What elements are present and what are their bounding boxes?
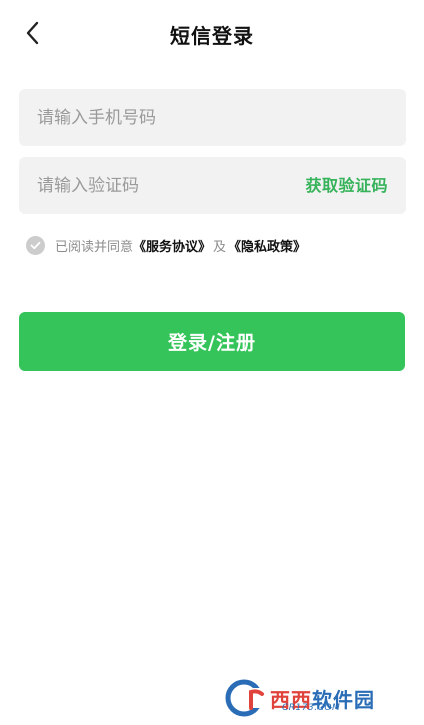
agreement-joiner: 及 — [213, 239, 227, 255]
verification-code-input[interactable] — [37, 157, 287, 214]
page-title: 短信登录 — [170, 24, 254, 48]
watermark-site: CR173.COM — [282, 703, 341, 713]
cr-logo-icon — [225, 679, 266, 717]
header: 短信登录 — [0, 0, 424, 68]
get-code-button[interactable]: 获取验证码 — [305, 157, 388, 214]
watermark: 西西软件园 CR173.COM — [224, 675, 410, 721]
login-register-button[interactable]: 登录/注册 — [19, 312, 405, 371]
privacy-link[interactable]: 《隐私政策》 — [228, 236, 306, 255]
terms-link[interactable]: 《服务协议》 — [133, 236, 211, 255]
sms-login-page: 短信登录 获取验证码 已阅读并同意 《服务协议》 及 《隐私政策》 登录/注册 … — [0, 0, 424, 725]
phone-input[interactable] — [37, 89, 287, 146]
check-icon — [30, 241, 41, 249]
agreement-row: 已阅读并同意 《服务协议》 及 《隐私政策》 — [26, 235, 306, 255]
agreement-prefix: 已阅读并同意 — [55, 239, 134, 255]
agree-checkbox[interactable] — [26, 235, 45, 255]
code-field: 获取验证码 — [19, 157, 406, 214]
phone-field — [19, 89, 406, 146]
